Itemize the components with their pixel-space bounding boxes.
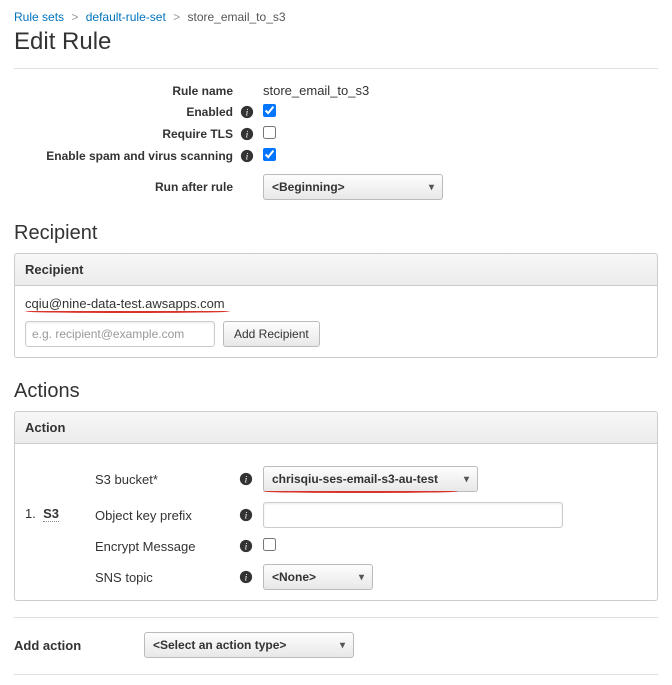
svg-text:i: i <box>245 573 248 584</box>
prefix-input[interactable] <box>263 502 563 528</box>
encrypt-checkbox[interactable] <box>263 538 276 551</box>
breadcrumb-rule-sets[interactable]: Rule sets <box>14 10 64 24</box>
divider <box>14 617 658 618</box>
scan-label: Enable spam and virus scanning <box>14 149 239 163</box>
chevron-down-icon: ▾ <box>359 572 364 583</box>
recipient-value: cqiu@nine-data-test.awsapps.com <box>25 296 647 311</box>
s3-bucket-label: S3 bucket* <box>95 472 235 487</box>
svg-text:i: i <box>245 542 248 553</box>
svg-text:i: i <box>246 108 249 119</box>
require-tls-checkbox[interactable] <box>263 126 276 139</box>
recipient-input[interactable] <box>25 321 215 347</box>
encrypt-label: Encrypt Message <box>95 539 235 554</box>
recipient-section-title: Recipient <box>14 222 658 245</box>
chevron-down-icon: ▾ <box>464 474 469 485</box>
divider <box>14 68 658 69</box>
enabled-label: Enabled <box>14 105 239 119</box>
scan-checkbox[interactable] <box>263 148 276 161</box>
run-after-value: <Beginning> <box>272 180 345 194</box>
chevron-down-icon: ▾ <box>340 640 345 651</box>
run-after-label: Run after rule <box>14 180 239 194</box>
recipient-panel-header: Recipient <box>14 253 658 286</box>
require-tls-label: Require TLS <box>14 127 239 141</box>
info-icon[interactable]: i <box>235 472 257 486</box>
rule-settings: Rule name store_email_to_s3 Enabled i Re… <box>14 83 658 200</box>
action-number: 1. <box>25 506 36 521</box>
action-panel-header: Action <box>14 411 658 444</box>
recipient-panel-body: cqiu@nine-data-test.awsapps.com Add Reci… <box>14 286 658 358</box>
divider <box>14 674 658 675</box>
run-after-select[interactable]: <Beginning> ▾ <box>263 174 443 200</box>
annotation-underline <box>25 310 230 313</box>
page-title: Edit Rule <box>14 28 658 56</box>
sns-label: SNS topic <box>95 570 235 585</box>
info-icon[interactable]: i <box>239 127 255 141</box>
breadcrumb-current: store_email_to_s3 <box>187 10 285 24</box>
annotation-underline <box>263 490 458 493</box>
info-icon[interactable]: i <box>239 105 255 119</box>
action-index: 1. S3 <box>25 466 95 594</box>
add-action-value: <Select an action type> <box>153 638 286 652</box>
chevron-right-icon: > <box>173 10 180 24</box>
rule-name-value: store_email_to_s3 <box>255 83 369 98</box>
sns-topic-select[interactable]: <None> ▾ <box>263 564 373 590</box>
chevron-right-icon: > <box>71 10 78 24</box>
info-icon[interactable]: i <box>235 539 257 553</box>
breadcrumb-default-rule-set[interactable]: default-rule-set <box>86 10 166 24</box>
svg-text:i: i <box>245 475 248 486</box>
add-recipient-button[interactable]: Add Recipient <box>223 321 320 347</box>
info-icon[interactable]: i <box>235 570 257 584</box>
actions-section-title: Actions <box>14 380 658 403</box>
info-icon[interactable]: i <box>239 149 255 163</box>
add-action-label: Add action <box>14 638 144 653</box>
svg-text:i: i <box>245 511 248 522</box>
chevron-down-icon: ▾ <box>429 182 434 193</box>
action-type: S3 <box>43 506 59 522</box>
rule-name-label: Rule name <box>14 84 239 98</box>
svg-text:i: i <box>246 130 249 141</box>
sns-topic-value: <None> <box>272 570 316 584</box>
action-panel-body: 1. S3 S3 bucket* i chrisqiu-ses-email-s3… <box>14 444 658 601</box>
add-action-select[interactable]: <Select an action type> ▾ <box>144 632 354 658</box>
breadcrumb: Rule sets > default-rule-set > store_ema… <box>14 10 658 24</box>
info-icon[interactable]: i <box>235 508 257 522</box>
s3-bucket-value: chrisqiu-ses-email-s3-au-test <box>272 472 438 486</box>
prefix-label: Object key prefix <box>95 508 235 523</box>
s3-bucket-select[interactable]: chrisqiu-ses-email-s3-au-test ▾ <box>263 466 478 492</box>
recipient-text: cqiu@nine-data-test.awsapps.com <box>25 296 225 311</box>
enabled-checkbox[interactable] <box>263 104 276 117</box>
svg-text:i: i <box>246 152 249 163</box>
